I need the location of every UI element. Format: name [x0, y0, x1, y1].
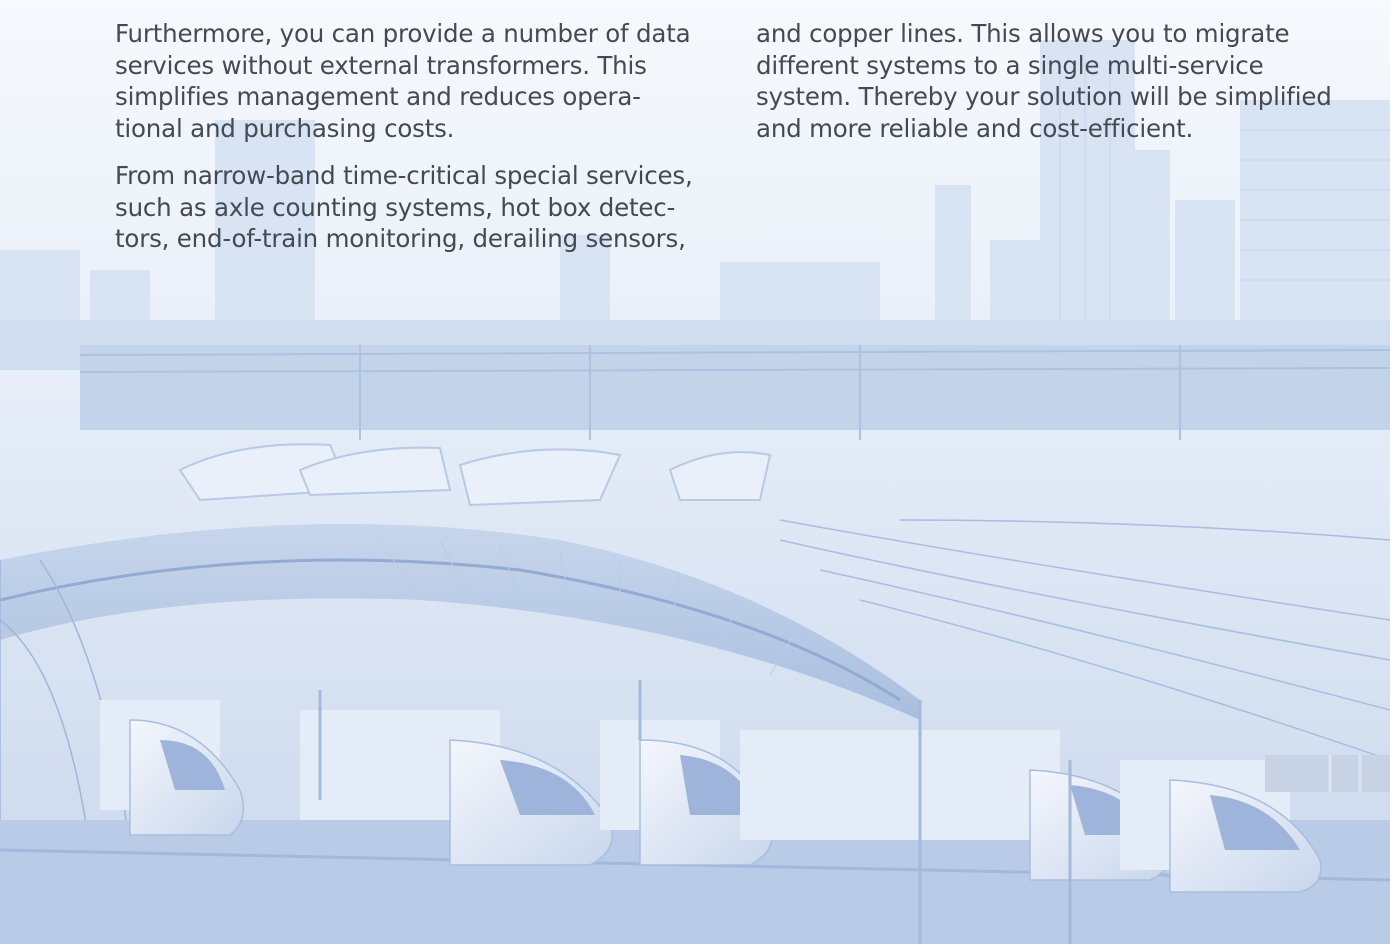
paragraph: and copper lines. This allows you to mig…	[756, 19, 1332, 143]
page-corner-tab	[1265, 755, 1390, 792]
station-facade	[0, 320, 1390, 440]
paragraph: From narrow-band time-critical special s…	[115, 161, 693, 253]
text-column-left: Furthermore, you can provide a number of…	[115, 18, 705, 271]
paragraph: Furthermore, you can provide a number of…	[115, 19, 691, 143]
text-column-right: and copper lines. This allows you to mig…	[756, 18, 1366, 160]
